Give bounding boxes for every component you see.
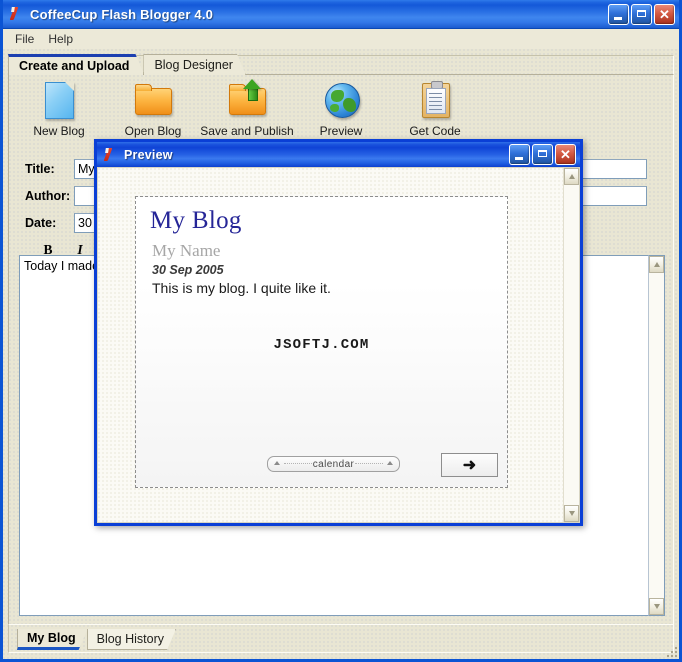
scroll-down-icon[interactable]: [649, 598, 664, 615]
toolbar-label-get-code: Get Code: [409, 124, 461, 138]
preview-scrollbar-track[interactable]: [564, 185, 579, 505]
toolbar-button-preview[interactable]: Preview: [305, 79, 377, 138]
preview-window-controls: ✕: [509, 144, 576, 165]
preview-minimize-button[interactable]: [509, 144, 530, 165]
tab-create-and-upload[interactable]: Create and Upload: [8, 54, 144, 75]
author-label: Author:: [25, 189, 71, 203]
globe-icon: [320, 79, 362, 121]
preview-blog-author: My Name: [152, 241, 221, 260]
calendar-right-arrow-icon: [387, 461, 393, 465]
next-button[interactable]: ➜: [441, 453, 498, 477]
preview-scroll-down-icon[interactable]: [564, 505, 579, 522]
toolbar-button-open-blog[interactable]: Open Blog: [117, 79, 189, 138]
main-tabstrip: Create and Upload Blog Designer: [8, 53, 245, 75]
preview-dialog-body: My Blog My Name 30 Sep 2005 This is my b…: [97, 167, 580, 523]
minimize-button[interactable]: [608, 3, 629, 25]
preview-close-button[interactable]: ✕: [555, 144, 576, 165]
bottom-tab-blog-history[interactable]: Blog History: [87, 629, 176, 650]
bottom-tab-blog-history-label: Blog History: [96, 632, 164, 646]
toolbar-label-save-and-publish: Save and Publish: [200, 124, 294, 138]
close-icon: ✕: [560, 147, 571, 162]
new-page-icon: [38, 79, 80, 121]
calendar-label: calendar: [312, 458, 355, 470]
coffeecup-logo-icon: [9, 6, 25, 22]
toolbar-button-new-blog[interactable]: New Blog: [23, 79, 95, 138]
tab-blog-designer[interactable]: Blog Designer: [143, 54, 246, 75]
folder-upload-icon: [226, 79, 268, 121]
preview-maximize-button[interactable]: [532, 144, 553, 165]
coffeecup-logo-icon: [103, 147, 119, 163]
toolbar-label-open-blog: Open Blog: [124, 124, 182, 138]
tab-blog-designer-label: Blog Designer: [154, 58, 233, 72]
tab-create-and-upload-label: Create and Upload: [19, 59, 130, 73]
menu-item-help[interactable]: Help: [42, 30, 81, 49]
calendar-left-arrow-icon: [274, 461, 280, 465]
preview-scroll-up-icon[interactable]: [564, 168, 579, 185]
window-titlebar: CoffeeCup Flash Blogger 4.0 ✕: [3, 0, 679, 29]
window-controls: ✕: [608, 3, 675, 25]
maximize-icon: [637, 9, 646, 17]
clipboard-icon: [414, 79, 456, 121]
maximize-button[interactable]: [631, 3, 652, 25]
toolbar-label-new-blog: New Blog: [33, 124, 85, 138]
minimize-icon: [614, 16, 622, 20]
flash-blog-stage: My Blog My Name 30 Sep 2005 This is my b…: [135, 196, 508, 488]
bottom-tab-my-blog[interactable]: My Blog: [17, 629, 88, 650]
open-folder-icon: [132, 79, 174, 121]
editor-scrollbar[interactable]: [648, 255, 665, 616]
preview-blog-title: My Blog: [150, 207, 242, 234]
calendar-dots-right: [355, 463, 383, 465]
title-label: Title:: [25, 162, 55, 176]
toolbar-button-save-and-publish[interactable]: Save and Publish: [200, 79, 294, 138]
menu-item-file[interactable]: File: [9, 30, 42, 49]
toolbar-button-get-code[interactable]: Get Code: [399, 79, 471, 138]
watermark-text: JSOFTJ.COM: [273, 337, 370, 353]
preview-blog-date: 30 Sep 2005: [152, 263, 224, 277]
right-arrow-icon: ➜: [462, 457, 477, 474]
preview-blog-body: This is my blog. I quite like it.: [152, 280, 331, 296]
toolbar-label-preview: Preview: [319, 124, 363, 138]
resize-grip-icon[interactable]: [664, 644, 677, 657]
bottom-tabstrip: My Blog Blog History: [17, 629, 175, 651]
preview-dialog: Preview ✕ My Blog My Name 30 Sep 2005 Th…: [94, 139, 583, 526]
close-icon: ✕: [659, 6, 670, 22]
preview-dialog-title: Preview: [124, 147, 173, 162]
bottom-tab-my-blog-label: My Blog: [27, 631, 76, 645]
preview-canvas: My Blog My Name 30 Sep 2005 This is my b…: [97, 167, 563, 523]
date-label: Date:: [25, 216, 57, 230]
preview-scrollbar[interactable]: [563, 167, 580, 523]
calendar-button[interactable]: calendar: [267, 456, 400, 472]
calendar-dots-left: [284, 463, 312, 465]
minimize-icon: [515, 157, 523, 160]
maximize-icon: [538, 150, 547, 157]
close-button[interactable]: ✕: [654, 3, 675, 25]
scroll-up-icon[interactable]: [649, 256, 664, 273]
preview-dialog-titlebar: Preview ✕: [97, 142, 580, 167]
scrollbar-track[interactable]: [649, 273, 664, 598]
menubar: File Help: [3, 29, 679, 50]
window-title: CoffeeCup Flash Blogger 4.0: [30, 6, 214, 22]
